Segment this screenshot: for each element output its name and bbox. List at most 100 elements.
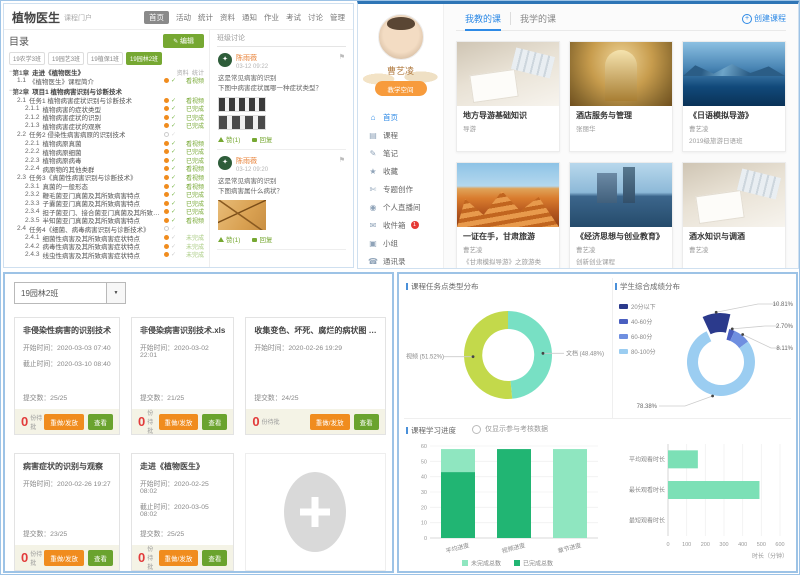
course-card[interactable]: 酒店服务与管理 张丽华 <box>569 41 673 152</box>
sidebar-menu-item[interactable]: ✎ 笔记 <box>358 144 443 162</box>
redo-publish-button[interactable]: 重做/发放 <box>310 414 350 430</box>
chapter-row[interactable]: 2.2.3 植物病原病毒 已完成 <box>9 156 204 165</box>
profile-badge[interactable]: 教学空间 <box>375 81 427 96</box>
class-tab[interactable]: 19园艺3班 <box>48 52 84 65</box>
course-card-extra: 创新创业课程 <box>576 256 666 266</box>
pending-label: 份待批 <box>147 544 158 571</box>
svg-text:章节进度: 章节进度 <box>557 541 582 555</box>
task-action-link[interactable]: 看视频 <box>178 76 204 85</box>
post-more-icon[interactable]: ⚑ <box>339 53 345 61</box>
sidebar-menu-item[interactable]: ✉ 收件箱 1 <box>358 216 443 234</box>
plus-icon <box>284 472 346 552</box>
post-image[interactable] <box>218 97 345 130</box>
chapter-row[interactable]: 2.2.2 植物病原细菌 已完成 <box>9 147 204 156</box>
course-nav-item[interactable]: 讨论 <box>308 12 323 23</box>
svg-text:20: 20 <box>421 505 427 511</box>
sidebar-menu-item[interactable]: ▤ 课程 <box>358 126 443 144</box>
assignment-card[interactable]: 走进《植物医生》 开始时间：2020-02-25 08:02 截止时间：2020… <box>131 453 234 571</box>
course-nav-item[interactable]: 统计 <box>198 12 213 23</box>
chapter-row[interactable]: 1.1 《植物医生》课程简介 看视频 <box>9 77 204 86</box>
course-card[interactable]: 一证在手，甘肃旅游 曹艺凌 《甘肃模拟导游》之旅游类 <box>456 162 560 269</box>
like-button[interactable]: 赞(1) <box>218 134 240 144</box>
task-action-link[interactable]: 已完成 <box>178 121 204 130</box>
view-button[interactable]: 查看 <box>354 414 379 430</box>
chapter-row[interactable]: 2.3 任务3《真菌性病害识别与诊断技术》 看视频 <box>9 173 204 182</box>
task-point-icon <box>164 218 169 223</box>
like-button[interactable]: 赞(1) <box>218 234 240 244</box>
assignment-card[interactable]: 非侵染性病害的识别技术 开始时间：2020-03-03 07:40 截止时间：2… <box>14 317 120 435</box>
sidebar-menu-item[interactable]: ▣ 小组 <box>358 234 443 252</box>
course-cover-image <box>457 163 559 227</box>
course-nav-item[interactable]: 考试 <box>286 12 301 23</box>
sidebar-menu-item[interactable]: ✄ 专题创作 <box>358 180 443 198</box>
svg-text:10: 10 <box>421 521 427 527</box>
course-nav-item[interactable]: 管理 <box>330 12 345 23</box>
view-button[interactable]: 查看 <box>88 550 113 566</box>
reply-button[interactable]: 回复 <box>252 134 272 144</box>
like-icon <box>218 237 224 242</box>
edit-toc-button[interactable]: 编辑 <box>163 34 204 48</box>
redo-publish-button[interactable]: 重做/发放 <box>159 414 199 430</box>
class-filter-dropdown[interactable]: 19园林2班 <box>14 282 126 304</box>
course-tab[interactable]: 我教的课 <box>456 12 510 25</box>
course-card[interactable]: 《日语模拟导游》 曹艺凌 2019级旅游日语班 <box>682 41 786 152</box>
like-icon <box>218 137 224 142</box>
course-nav-item[interactable]: 通知 <box>242 12 257 23</box>
sidebar-menu-item[interactable]: ★ 收藏 <box>358 162 443 180</box>
course-card[interactable]: 《经济思想与创业教育》 曹艺凌 创新创业课程 <box>569 162 673 269</box>
sidebar-menu-item[interactable]: ◉ 个人直播间 <box>358 198 443 216</box>
menu-icon: ▤ <box>368 131 378 140</box>
create-course-button[interactable]: 创建课程 <box>742 13 786 24</box>
course-nav-item[interactable]: 资料 <box>220 12 235 23</box>
chapter-title: 《植物医生》课程简介 <box>29 76 94 86</box>
sidebar-menu-item[interactable]: ⌂ 首页 <box>358 108 443 126</box>
legend-color-chip <box>619 334 628 339</box>
chapter-row[interactable]: 2.2 任务2 侵染性病害病原的识别技术 <box>9 130 204 139</box>
course-nav-item[interactable]: 首页 <box>144 11 169 24</box>
course-tab[interactable]: 我学的课 <box>510 12 565 25</box>
course-nav-item[interactable]: 活动 <box>176 12 191 23</box>
task-action-link[interactable]: 看视频 <box>178 216 204 225</box>
discussion-list: 陈雨薇 03-12 09:22 ⚑ 这是常见病害的识别下图中病害症状属哪一种症状… <box>217 47 346 250</box>
discussion-post[interactable]: 陈雨薇 03-12 09:22 ⚑ 这是常见病害的识别下图中病害症状属哪一种症状… <box>217 47 346 150</box>
menu-label: 笔记 <box>383 148 398 159</box>
course-card[interactable]: 酒水知识与调酒 曹艺凌 <box>682 162 786 269</box>
course-nav-item[interactable]: 作业 <box>264 12 279 23</box>
chapter-row[interactable]: 2.2.1 植物病原真菌 看视频 <box>9 139 204 148</box>
score-dist-panel: 学生综合成绩分布 20分以下 40-60分 <box>613 278 795 418</box>
course-card-title: 《日语模拟导游》 <box>689 110 779 121</box>
class-tab[interactable]: 19农学3班 <box>9 52 45 65</box>
class-tab[interactable]: 19植保1班 <box>87 52 123 65</box>
view-button[interactable]: 查看 <box>88 414 113 430</box>
chapter-row[interactable]: 2.1.1 植物病害的症状类型 已完成 <box>9 104 204 113</box>
course-portal-link[interactable]: 课程门户 <box>64 13 92 23</box>
course-cover-image <box>683 42 785 106</box>
assessment-only-radio[interactable] <box>472 425 481 434</box>
post-more-icon[interactable]: ⚑ <box>339 156 345 164</box>
assignment-card[interactable]: 病害症状的识别与观察 开始时间：2020-02-26 19:27 提交数：23/… <box>14 453 120 571</box>
reply-button[interactable]: 回复 <box>252 234 272 244</box>
class-tab[interactable]: 19园林2班 <box>126 52 162 65</box>
menu-label: 专题创作 <box>383 184 413 195</box>
task-action-link[interactable]: 未完成 <box>178 250 204 259</box>
post-author[interactable]: 陈雨薇 <box>236 156 268 166</box>
assignment-card[interactable]: 非侵染病害识别技术.xls 开始时间：2020-03-02 22:01 提交数：… <box>131 317 234 435</box>
chapter-row[interactable]: 2.4.3 线虫性病害及其所致病害症状特点 未完成 <box>9 250 204 259</box>
chapter-row[interactable]: 2.1 任务1 植物病害症状识别与诊断技术 看视频 <box>9 96 204 105</box>
post-image[interactable] <box>218 200 266 230</box>
post-author[interactable]: 陈雨薇 <box>236 53 268 63</box>
sidebar-menu-item[interactable]: ☎ 通讯录 <box>358 252 443 269</box>
redo-publish-button[interactable]: 重做/发放 <box>44 550 84 566</box>
assignment-start-time: 开始时间：2020-02-26 19:29 <box>254 342 376 352</box>
redo-publish-button[interactable]: 重做/发放 <box>159 550 199 566</box>
add-assignment-card[interactable] <box>245 453 385 571</box>
chapter-row[interactable]: 2.1.2 植物病害症状的识别 已完成 <box>9 113 204 122</box>
profile-avatar[interactable] <box>378 14 424 60</box>
assignment-card[interactable]: 收集变色、坏死、腐烂的病状图 … 开始时间：2020-02-26 19:29 提… <box>245 317 385 435</box>
svg-text:最长观看时长: 最长观看时长 <box>629 486 665 494</box>
view-button[interactable]: 查看 <box>202 414 227 430</box>
course-card[interactable]: 地方导游基础知识 导游 <box>456 41 560 152</box>
redo-publish-button[interactable]: 重做/发放 <box>44 414 84 430</box>
discussion-post[interactable]: 陈雨薇 03-12 09:20 ⚑ 这是常见病害的识别下图病害属什么病状？ 赞(… <box>217 150 346 250</box>
view-button[interactable]: 查看 <box>202 550 227 566</box>
